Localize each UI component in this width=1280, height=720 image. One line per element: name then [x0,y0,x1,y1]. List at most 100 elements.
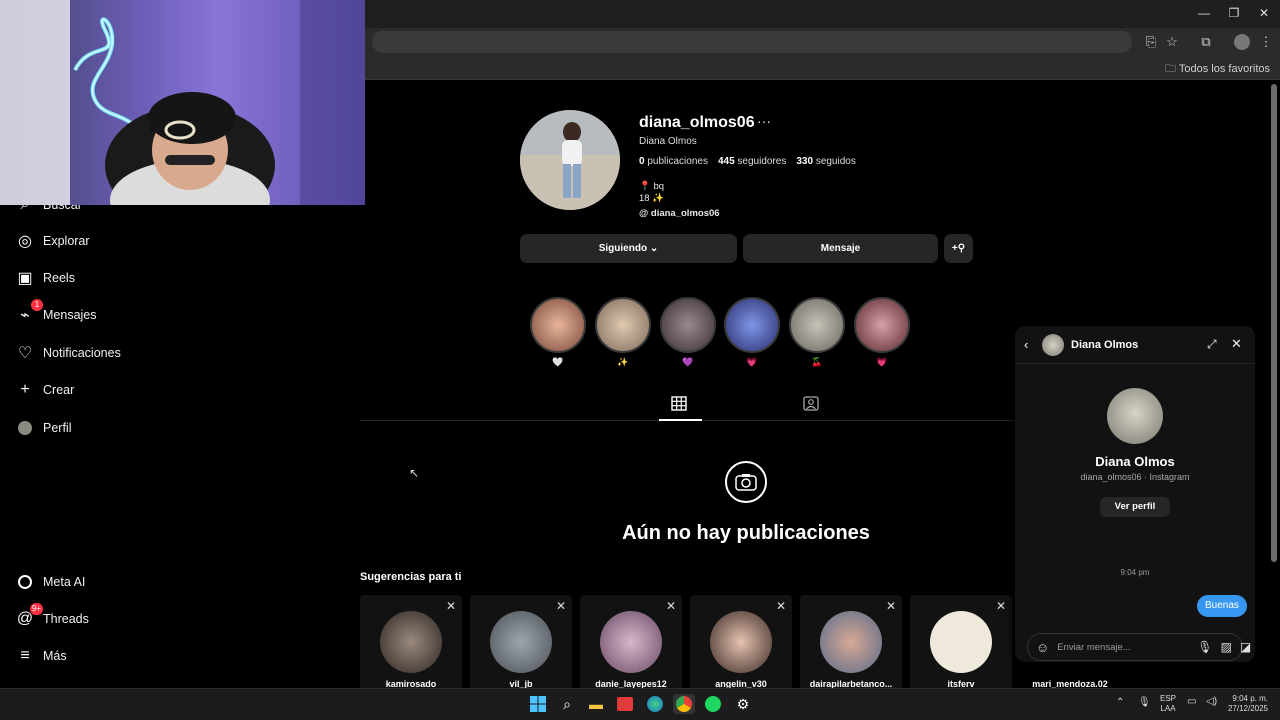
minimize-icon[interactable]: — [1193,4,1215,22]
webcam-scene [0,0,365,205]
kebab-menu-icon[interactable]: ⋮ [1257,34,1275,50]
edge-icon[interactable] [644,694,666,714]
chat-profile-avatar [1107,388,1163,444]
system-clock[interactable]: 9:04 p. m. 27/12/2025 [1222,694,1268,714]
extensions-icon[interactable]: ⧉ [1197,34,1215,50]
sticker-icon[interactable]: ◪ [1240,640,1251,654]
close-window-icon[interactable]: ✕ [1253,4,1275,22]
sidebar-item-meta-ai[interactable]: Meta AI [16,570,85,594]
suggestion-card[interactable]: ✕ dairapilarbetanco... [800,595,902,690]
reels-icon: ▣ [17,270,33,287]
dismiss-icon[interactable]: ✕ [666,599,676,613]
suggestion-avatar [820,611,882,673]
profile-avatar-icon[interactable] [1234,34,1250,50]
file-explorer-icon[interactable]: ▬ [585,694,607,714]
highlight-3[interactable] [660,297,716,353]
tab-tagged[interactable] [803,396,821,412]
message-button[interactable]: Mensaje [743,234,938,263]
install-app-icon[interactable]: ⎘ [1142,34,1160,50]
suggestion-card[interactable]: ✕ vil_jb [470,595,572,690]
highlight-1-label: 🤍 [552,357,564,367]
sidebar-item-perfil[interactable]: Perfil [16,416,71,440]
address-bar[interactable] [372,31,1132,53]
suggestion-avatar [710,611,772,673]
profile-stats: 0 publicaciones 445 seguidores 330 segui… [639,156,856,167]
restore-icon[interactable]: ❐ [1223,4,1245,22]
messenger-icon: ⌁ 1 [16,299,43,324]
chat-profile-subtitle: diana_olmos06 · Instagram [1080,472,1190,482]
app-settings-icon[interactable]: ⚙ [732,694,754,714]
suggestions-title: Sugerencias para ti [360,571,462,583]
sidebar-item-reels[interactable]: ▣ Reels [16,266,75,290]
close-icon[interactable]: ✕ [1231,336,1242,352]
tray-microphone-icon[interactable]: 🎙 [1138,697,1151,708]
threads-link[interactable]: @ diana_olmos06 [639,208,720,219]
dismiss-icon[interactable]: ✕ [996,599,1006,613]
image-icon[interactable]: ▨ [1221,640,1232,654]
bookmark-star-icon[interactable]: ☆ [1163,34,1181,50]
expand-icon[interactable]: ⤢ [1207,337,1217,352]
sidebar-item-explorar[interactable]: ◎ Explorar [16,229,90,253]
active-tab-indicator [659,419,702,421]
mouse-cursor-icon: ↖ [409,466,420,480]
sidebar-item-threads[interactable]: @9+ Threads [16,603,89,631]
chat-header-avatar [1042,334,1064,356]
meta-ai-icon [16,573,34,591]
suggestion-card[interactable]: ✕ angelin_v30 [690,595,792,690]
posts-stat: 0 publicaciones [639,156,708,167]
following-button[interactable]: Siguiendo ⌄ [520,234,737,263]
sidebar-item-mas[interactable]: ≡ Más [16,644,66,668]
dismiss-icon[interactable]: ✕ [776,599,786,613]
tab-posts-grid[interactable] [671,396,689,412]
volume-icon[interactable]: ◁) [1206,696,1217,707]
message-input[interactable] [1057,641,1190,653]
more-options-icon[interactable]: ··· [757,113,771,129]
highlight-2[interactable] [595,297,651,353]
spotify-icon[interactable] [702,694,724,714]
highlight-1[interactable] [530,297,586,353]
notification-badge: 1 [31,299,43,311]
profile-full-name: Diana Olmos [639,136,697,147]
chrome-icon[interactable] [673,694,695,714]
dismiss-icon[interactable]: ✕ [556,599,566,613]
suggestion-card[interactable]: ✕ kamirosado [360,595,462,690]
followers-stat[interactable]: 445 seguidores [718,156,786,167]
emoji-icon[interactable]: ☺ [1036,640,1049,655]
page-scrollbar[interactable] [1271,84,1277,562]
camera-icon [725,461,767,503]
back-arrow-icon[interactable]: ‹ [1024,337,1028,352]
highlight-6[interactable] [854,297,910,353]
network-icon[interactable]: ▭ [1187,696,1196,707]
bio-line-2: 18 ✨ [639,193,665,204]
view-profile-button[interactable]: Ver perfil [1100,497,1170,517]
highlight-4-label: 💗 [746,357,758,367]
chat-header-name[interactable]: Diana Olmos [1071,339,1138,351]
sidebar-item-notificaciones[interactable]: ♡ Notificaciones [16,341,121,365]
suggestion-card[interactable]: ✕ danie_layepes12 [580,595,682,690]
suggestion-card[interactable]: ✕ itsferv [910,595,1012,690]
app-red-icon[interactable] [614,694,636,714]
microphone-icon[interactable]: 🎙 [1197,640,1212,654]
all-bookmarks[interactable]: 🗀 Todos los favoritos [1165,60,1270,79]
avatar-icon [16,419,34,437]
windows-start-icon[interactable] [527,694,549,714]
menu-icon: ≡ [20,647,30,664]
profile-avatar[interactable] [520,110,620,210]
dismiss-icon[interactable]: ✕ [886,599,896,613]
highlight-5-label: 🍒 [811,357,823,367]
highlight-4[interactable] [724,297,780,353]
suggestion-avatar [380,611,442,673]
suggestion-avatar [930,611,992,673]
suggestion-avatar [600,611,662,673]
following-stat[interactable]: 330 seguidos [796,156,856,167]
highlight-5[interactable] [789,297,845,353]
sidebar-item-crear[interactable]: + Crear [16,378,74,402]
language-indicator[interactable]: ESP LAA [1160,694,1176,714]
add-person-icon[interactable]: +⚲ [944,234,973,263]
dismiss-icon[interactable]: ✕ [446,599,456,613]
taskbar-search-icon[interactable]: ⌕ [556,694,578,714]
profile-username: diana_olmos06 [639,114,755,131]
sidebar-item-mensajes[interactable]: ⌁ 1 Mensajes [16,299,97,327]
tray-chevron-up-icon[interactable]: ⌃ [1116,697,1124,708]
message-timestamp: 9:04 pm [1120,568,1150,577]
